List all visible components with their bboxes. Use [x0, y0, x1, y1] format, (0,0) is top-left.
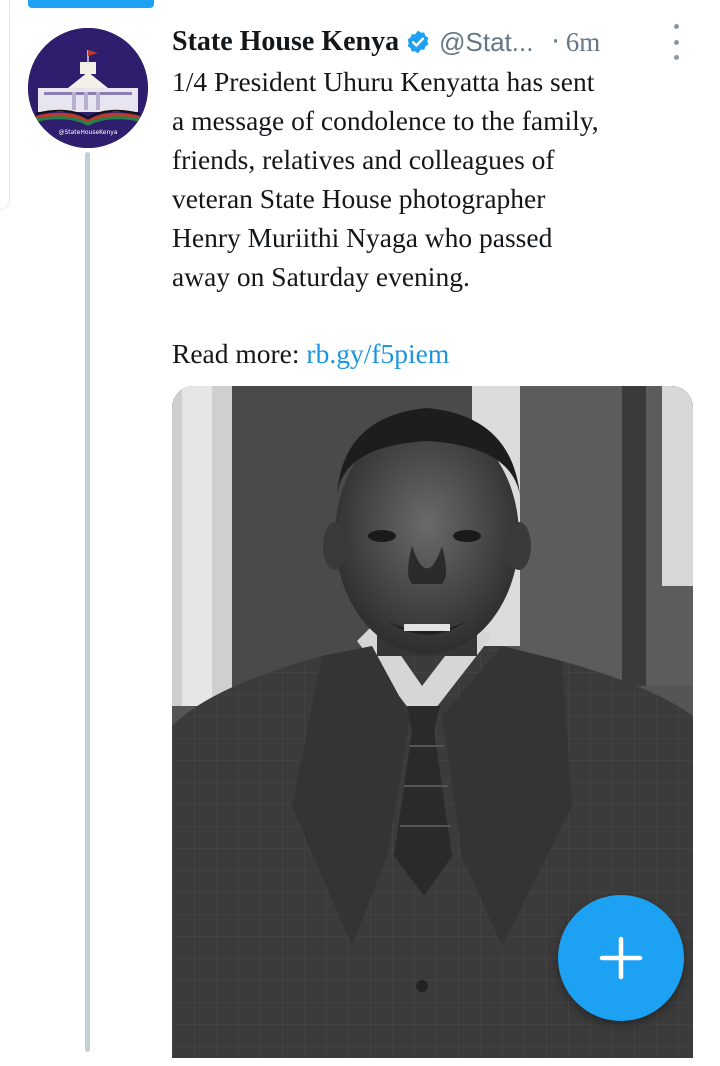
tweet-text-line: away on Saturday evening. — [172, 261, 470, 292]
side-panel-edge — [0, 0, 10, 210]
separator-dot: · — [551, 27, 560, 57]
compose-button[interactable] — [558, 895, 684, 1021]
thread-line — [85, 152, 90, 1052]
tweet-text-line: veteran State House photographer — [172, 183, 546, 214]
tweet-text-line: a message of condolence to the family, — [172, 105, 599, 136]
tweet-text-line: friends, relatives and colleagues of — [172, 144, 555, 175]
verified-badge-icon — [407, 30, 429, 54]
avatar[interactable]: @StateHouseKenya — [28, 28, 148, 148]
tweet-time[interactable]: 6m — [566, 27, 601, 58]
active-tab-indicator — [28, 0, 154, 8]
more-vertical-icon[interactable] — [670, 24, 682, 60]
state-house-logo: @StateHouseKenya — [28, 28, 148, 148]
plus-icon — [599, 936, 643, 980]
tweet-text-line: 1/4 President Uhuru Kenyatta has sent — [172, 66, 595, 97]
read-more-label: Read more: — [172, 338, 300, 369]
tweet-text-line: Henry Muriithi Nyaga who passed — [172, 222, 553, 253]
svg-text:@StateHouseKenya: @StateHouseKenya — [58, 129, 117, 136]
author-name[interactable]: State House Kenya — [172, 26, 399, 58]
tweet-text: 1/4 President Uhuru Kenyatta has sent a … — [172, 62, 712, 296]
read-more: Read more: rb.gy/f5piem — [172, 334, 449, 373]
read-more-link[interactable]: rb.gy/f5piem — [306, 338, 449, 369]
tweet-header: State House Kenya @Stat... · 6m — [172, 22, 692, 62]
author-handle[interactable]: @Stat... — [439, 27, 533, 58]
